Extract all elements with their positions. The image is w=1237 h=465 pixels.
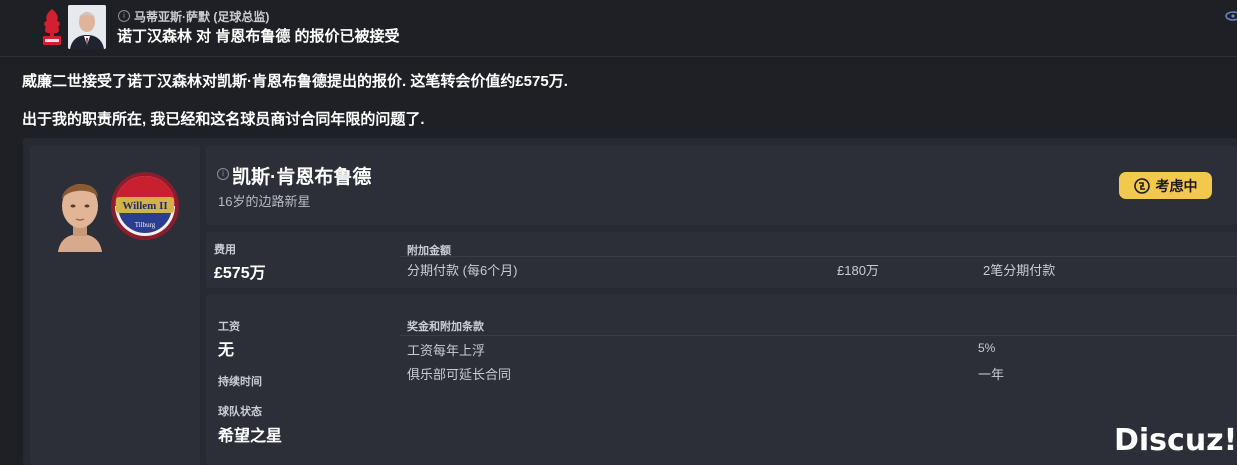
addon-divider [400,256,1237,257]
clause-value: 一年 [978,367,1005,382]
fee-value: £575万 [214,265,266,282]
nottingham-forest-crest-icon [43,9,61,45]
transfer-amount: £575万 [515,73,564,90]
message-line-1-suffix: . [563,73,568,90]
negotiation-icon [1133,177,1150,194]
addon-installments: 2笔分期付款 [983,263,1056,278]
contract-section [206,294,1237,465]
player-info-icon[interactable]: i [217,168,229,180]
player-name[interactable]: 凯斯·肯恩布鲁德 [232,162,371,189]
watermark: Discuz! [1114,423,1237,458]
director-portrait-icon [68,5,106,49]
fee-section [206,232,1237,288]
player-face-icon[interactable] [54,172,106,252]
clause-name: 工资每年上浮 [407,343,486,358]
director-avatar[interactable] [68,5,106,49]
bonus-divider [400,335,1237,336]
clause-value: 5% [978,341,996,355]
wage-value: 无 [218,342,235,359]
willem-ii-crest-icon[interactable]: Willem II Tilburg [110,171,180,241]
duration-label: 持续时间 [218,376,262,388]
club-badge-text: Willem II [122,200,167,212]
squad-status-label: 球队状态 [218,406,262,418]
sender-name: 马蒂亚斯·萨默 (足球总监) [134,10,270,24]
message-subject: 诺丁汉森林 对 肯恩布鲁德 的报价已被接受 [117,28,400,45]
addon-amount: £180万 [837,263,879,278]
message-line-1-text: 威廉二世接受了诺丁汉森林对凯斯·肯恩布鲁德提出的报价. 这笔转会价值约 [22,73,516,90]
message-line-2: 出于我的职责所在, 我已经和这名球员商讨合同年限的问题了. [22,111,425,128]
status-badge[interactable]: 考虑中 [1119,172,1212,199]
info-icon[interactable]: i [118,10,130,22]
club-badge-subtext: Tilburg [135,221,156,229]
bonus-label: 奖金和附加条款 [407,321,484,333]
eye-icon[interactable] [1224,11,1237,21]
wage-label: 工资 [218,321,240,333]
fee-label: 费用 [214,244,236,256]
squad-status-value: 希望之星 [218,428,283,445]
addon-description: 分期付款 (每6个月) [407,263,518,278]
message-line-1: 威廉二世接受了诺丁汉森林对凯斯·肯恩布鲁德提出的报价. 这笔转会价值约£575万… [22,70,568,91]
player-description: 16岁的边路新星 [218,194,311,209]
status-label: 考虑中 [1155,177,1198,194]
clause-name: 俱乐部可延长合同 [407,367,512,382]
